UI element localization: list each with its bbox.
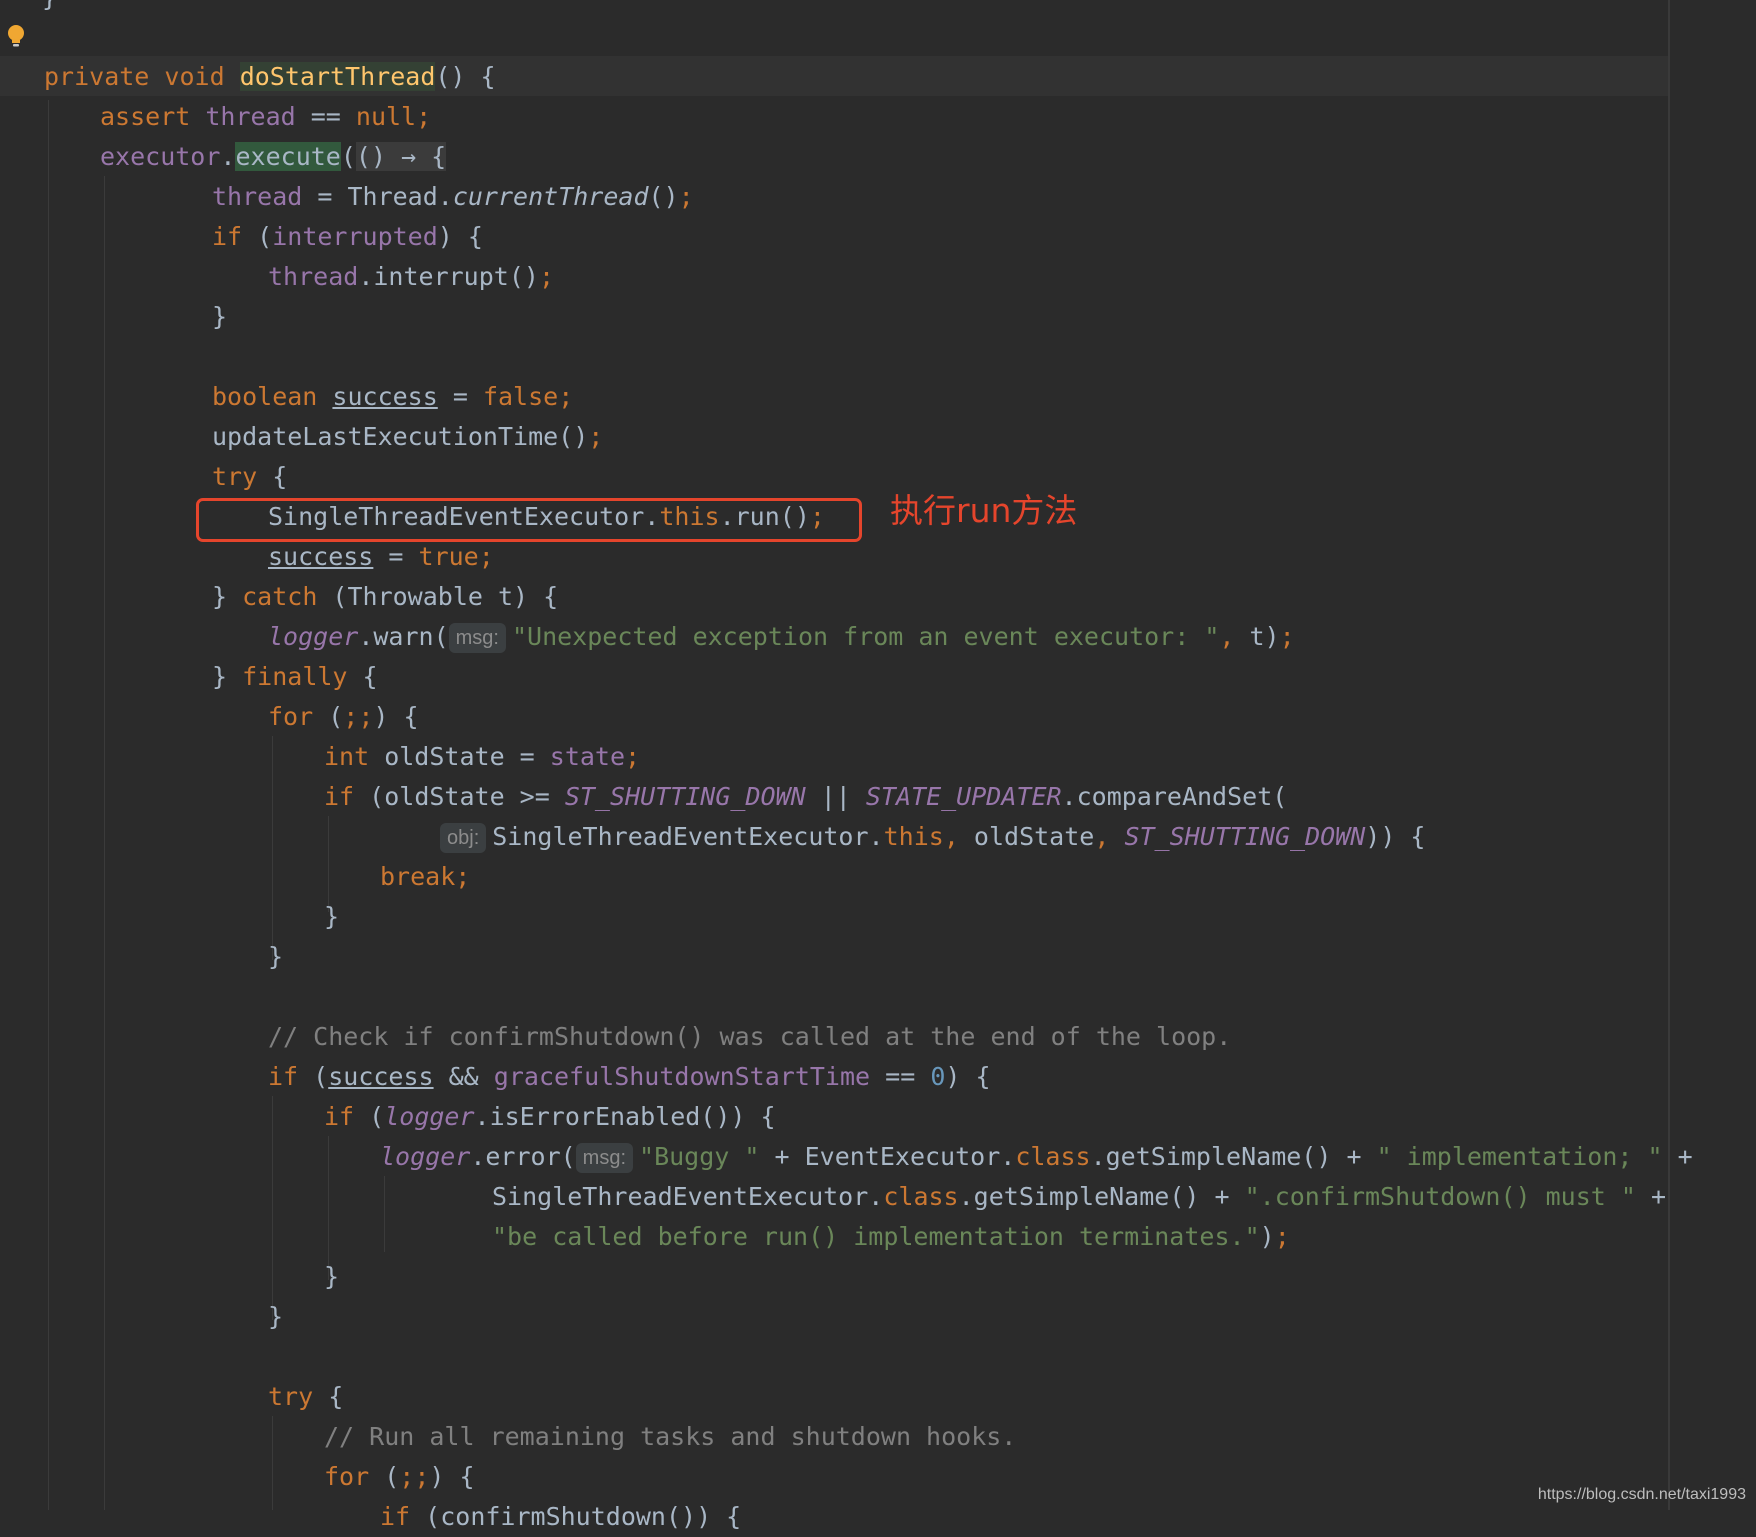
code-line: } catch (Throwable t) { [212, 582, 559, 611]
code-line: } [42, 0, 57, 18]
code-line: } [212, 302, 228, 331]
code-line: try { [268, 1382, 344, 1411]
annotation-box [196, 498, 862, 542]
code-line: updateLastExecutionTime(); [212, 422, 604, 451]
code-line: thread.interrupt(); [268, 262, 554, 291]
code-comment: // Run all remaining tasks and shutdown … [324, 1422, 1017, 1451]
lightbulb-icon[interactable] [6, 24, 26, 48]
code-line: if (interrupted) { [212, 222, 483, 251]
code-line: logger.warn(msg: "Unexpected exception fr… [268, 622, 1295, 653]
code-line: for (;;) { [324, 1462, 475, 1491]
code-line: if (confirmShutdown()) { [380, 1502, 742, 1531]
code-line: } [324, 902, 340, 931]
code-line: } finally { [212, 662, 378, 691]
code-line: for (;;) { [268, 702, 419, 731]
watermark: https://blog.csdn.net/taxi1993 [1537, 1486, 1746, 1503]
code-line: "be called before run() implementation t… [492, 1222, 1290, 1251]
code-line: boolean success = false; [212, 382, 574, 411]
method-name: doStartThread [239, 62, 436, 91]
code-line: executor.execute(() → { [100, 142, 447, 171]
code-line: obj: SingleThreadEventExecutor.this, oldS… [440, 817, 1426, 857]
code-line: } [268, 942, 284, 971]
code-line: int oldState = state; [324, 742, 641, 771]
code-line: logger.error(msg: "Buggy " + EventExecuto… [380, 1142, 1693, 1173]
indent-guide [384, 1176, 385, 1252]
code-editor[interactable]: } private void doStartThread() { assert … [0, 0, 1756, 1531]
code-line: break; [380, 862, 471, 891]
code-line: if (oldState >= ST_SHUTTING_DOWN || STAT… [324, 782, 1288, 811]
code-line: private void doStartThread() { [44, 62, 496, 91]
code-line: thread = Thread.currentThread(); [212, 182, 694, 211]
code-line: success = true; [268, 542, 494, 571]
code-comment: // Check if confirmShutdown() was called… [268, 1022, 1232, 1051]
code-line: try { [212, 462, 288, 491]
indent-guide [104, 176, 105, 1510]
code-line: } [324, 1262, 340, 1291]
lambda-fold: () → { [355, 142, 447, 171]
indent-guide [48, 100, 49, 1510]
indent-guide [272, 736, 273, 960]
code-line: assert thread == null; [100, 102, 432, 131]
indent-guide [272, 1416, 273, 1510]
usage-highlight: execute [235, 142, 341, 171]
param-hint: msg: [448, 623, 506, 653]
code-line: if (success && gracefulShutdownStartTime… [268, 1062, 991, 1091]
annotation-label: 执行run方法 [890, 491, 1078, 530]
code-line: SingleThreadEventExecutor.class.getSimpl… [492, 1182, 1667, 1211]
right-margin-guide [1668, 0, 1670, 1510]
code-line: if (logger.isErrorEnabled()) { [324, 1102, 776, 1131]
code-line: } [268, 1302, 284, 1331]
param-hint: obj: [440, 823, 487, 853]
indent-guide [272, 1096, 273, 1320]
param-hint: msg: [575, 1143, 634, 1173]
